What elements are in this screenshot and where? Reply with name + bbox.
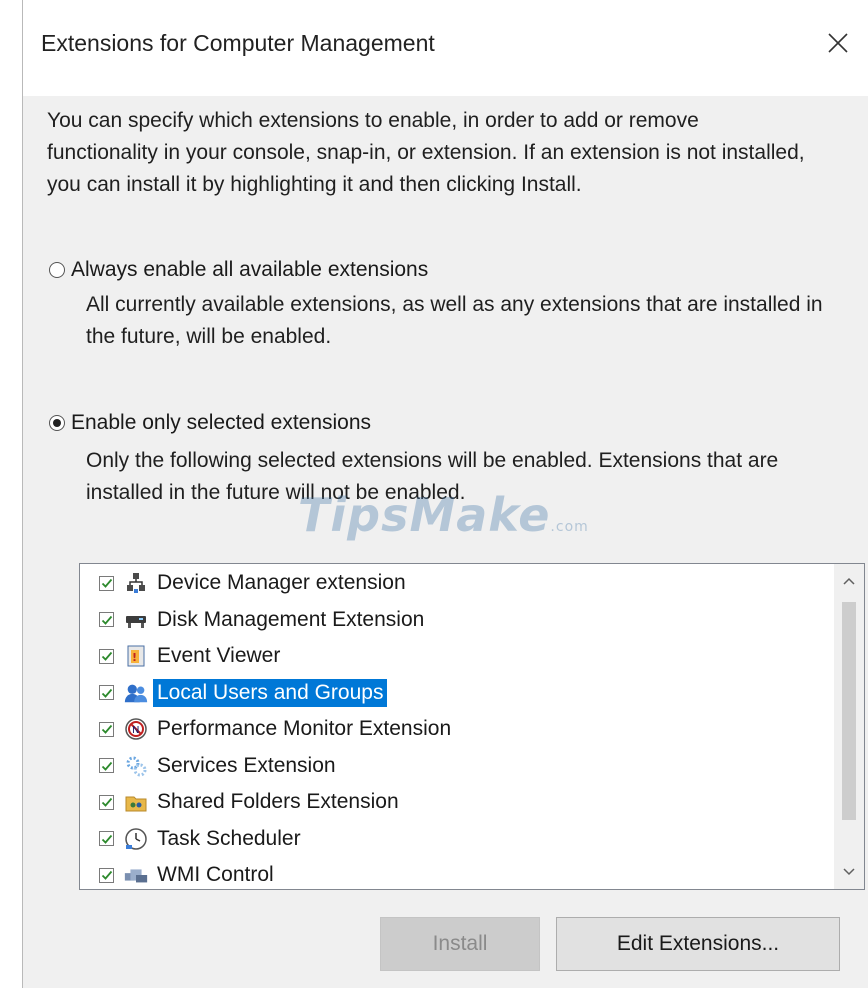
radio-button-unchecked[interactable]: [49, 262, 65, 278]
extensions-listbox[interactable]: Device Manager extension Disk Management …: [79, 563, 865, 890]
extension-checkbox[interactable]: [99, 648, 114, 664]
list-item[interactable]: N Performance Monitor Extension: [80, 712, 834, 746]
install-button[interactable]: Install: [380, 917, 540, 971]
list-item[interactable]: Task Scheduler: [80, 822, 834, 856]
extensions-dialog: Extensions for Computer Management You c…: [22, 0, 868, 988]
scroll-up-button[interactable]: [834, 564, 864, 598]
extension-label: WMI Control: [157, 863, 274, 886]
extension-label: Performance Monitor Extension: [157, 717, 452, 740]
users-groups-icon: [123, 680, 149, 706]
radio-button-checked[interactable]: [49, 415, 65, 431]
list-item[interactable]: Disk Management Extension: [80, 603, 834, 637]
extension-checkbox[interactable]: [99, 612, 114, 627]
extension-label: Disk Management Extension: [157, 607, 425, 631]
close-button[interactable]: [817, 22, 859, 64]
chevron-down-icon: [843, 868, 855, 876]
extension-label: Local Users and Groups: [153, 678, 388, 707]
extension-checkbox[interactable]: [99, 575, 114, 591]
list-item[interactable]: Shared Folders Extension: [80, 785, 834, 819]
title-bar: Extensions for Computer Management: [23, 0, 868, 96]
extension-checkbox[interactable]: [99, 721, 114, 737]
extension-checkbox[interactable]: [99, 685, 114, 700]
dialog-title: Extensions for Computer Management: [41, 30, 435, 56]
always-enable-radio[interactable]: Always enable all available extensions: [49, 258, 428, 282]
watermark-logo: TipsMake.com: [298, 488, 589, 542]
scrollbar-thumb[interactable]: [842, 602, 856, 820]
clock-icon: [123, 826, 149, 852]
background-strip: [0, 0, 22, 988]
always-enable-description: All currently available extensions, as w…: [86, 293, 823, 348]
list-item[interactable]: Device Manager extension: [80, 566, 834, 600]
selected-only-radio[interactable]: Enable only selected extensions: [49, 411, 371, 435]
selected-only-label: Enable only selected extensions: [71, 411, 372, 434]
disk-management-icon: [123, 607, 149, 633]
edit-extensions-button[interactable]: Edit Extensions...: [556, 917, 840, 971]
performance-monitor-icon: N: [123, 716, 149, 742]
device-manager-icon: [123, 570, 149, 596]
event-viewer-icon: !: [123, 643, 149, 669]
extension-label: Services Extension: [157, 753, 336, 777]
extension-checkbox[interactable]: [99, 831, 114, 846]
extension-label: Event Viewer: [157, 644, 281, 667]
services-gear-icon: [123, 753, 149, 779]
list-item[interactable]: WMI Control: [80, 858, 834, 889]
close-icon: [828, 33, 848, 53]
chevron-up-icon: [843, 577, 855, 585]
list-item[interactable]: Services Extension: [80, 749, 834, 783]
scroll-down-button[interactable]: [834, 855, 864, 889]
extension-label: Task Scheduler: [157, 826, 301, 850]
svg-text:N: N: [132, 725, 139, 736]
extension-checkbox[interactable]: [99, 758, 114, 773]
always-enable-label: Always enable all available extensions: [71, 258, 429, 281]
vertical-scrollbar[interactable]: [834, 564, 864, 889]
list-item[interactable]: ! Event Viewer: [80, 639, 834, 673]
wmi-control-icon: [123, 862, 149, 888]
list-item[interactable]: Local Users and Groups: [80, 676, 834, 710]
extension-label: Device Manager extension: [157, 571, 406, 594]
extension-checkbox[interactable]: [99, 867, 114, 883]
extension-label: Shared Folders Extension: [157, 790, 399, 813]
dialog-description: You can specify which extensions to enab…: [47, 109, 805, 196]
svg-text:!: !: [132, 651, 137, 664]
extension-checkbox[interactable]: [99, 794, 114, 810]
shared-folder-icon: [123, 789, 149, 815]
